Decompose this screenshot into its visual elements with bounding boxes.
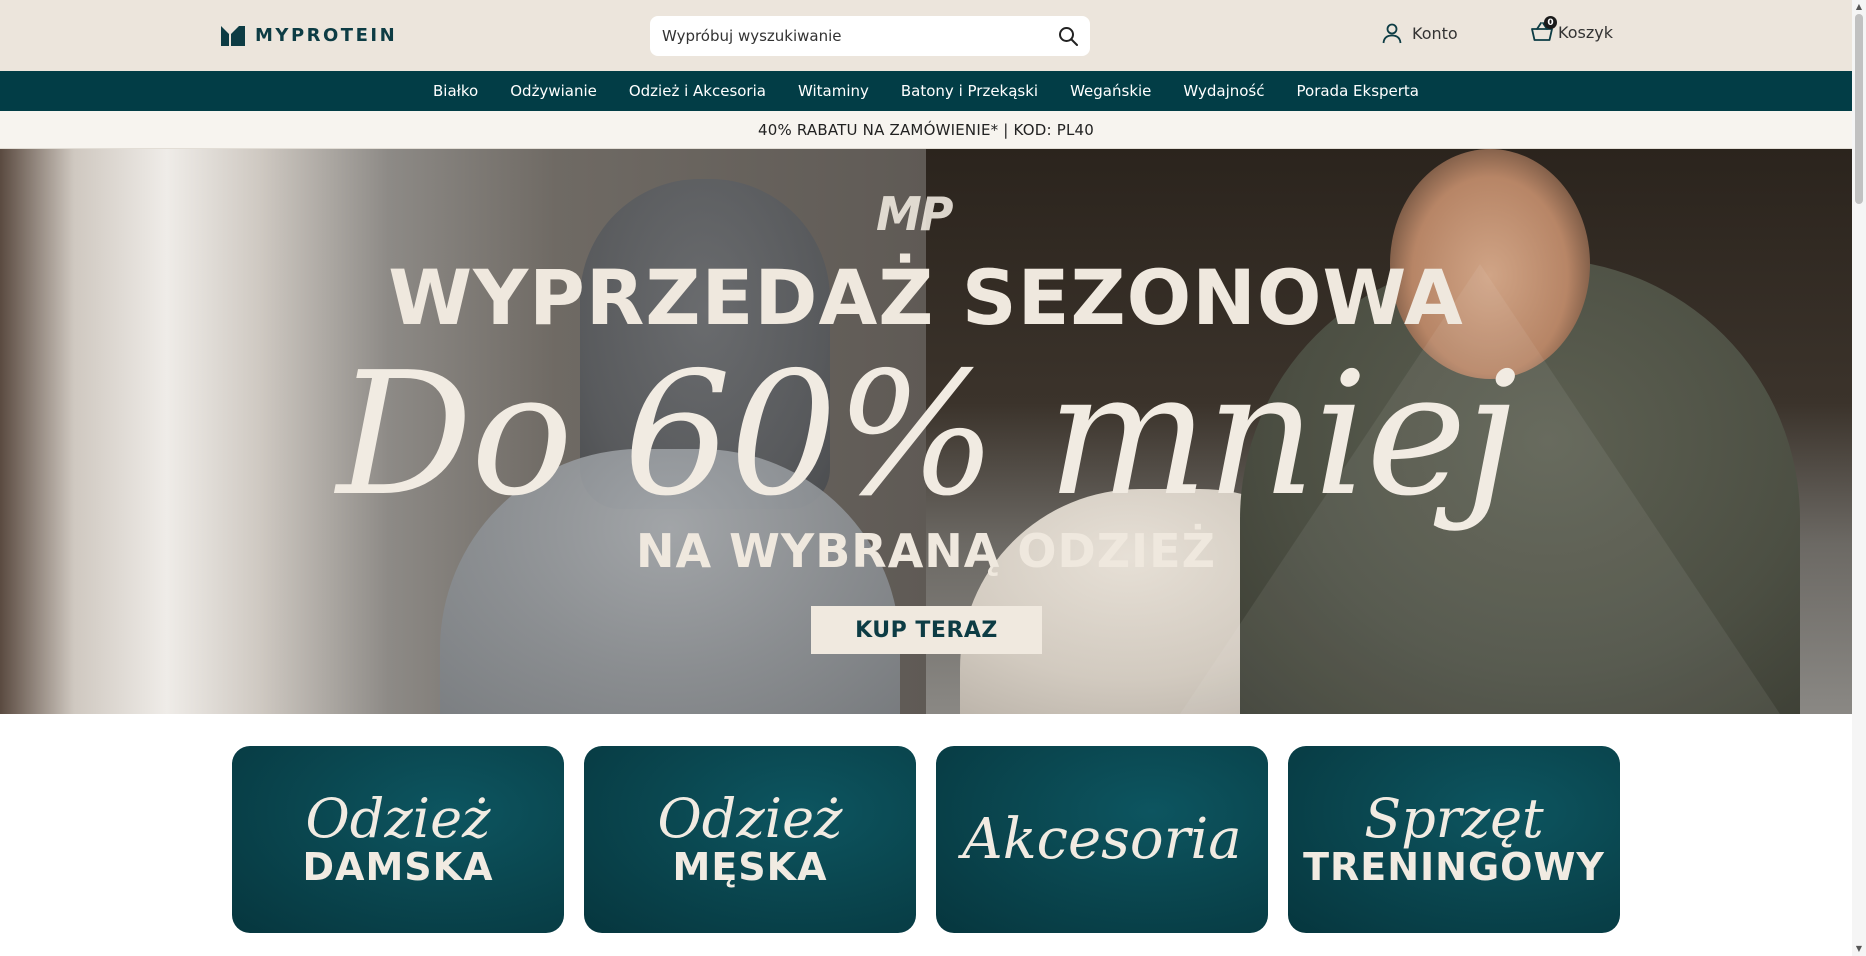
category-card-caps: MĘSKA xyxy=(672,844,828,889)
category-card-meska[interactable]: Odzież MĘSKA xyxy=(584,746,916,933)
search-button[interactable] xyxy=(1046,16,1090,56)
category-card-script: Odzież xyxy=(657,786,843,850)
category-card-akcesoria[interactable]: Akcesoria xyxy=(936,746,1268,933)
category-card-damska[interactable]: Odzież DAMSKA xyxy=(232,746,564,933)
nav-item-witaminy[interactable]: Witaminy xyxy=(798,82,869,100)
search-input[interactable] xyxy=(650,16,1046,56)
site-header: MYPROTEIN Konto xyxy=(0,0,1852,71)
logo-text: MYPROTEIN xyxy=(255,24,398,46)
scrollbar-thumb[interactable] xyxy=(1855,14,1863,204)
cart-label: Koszyk xyxy=(1558,22,1613,42)
category-card-script: Sprzęt xyxy=(1364,786,1544,850)
myprotein-logo[interactable]: MYPROTEIN xyxy=(221,24,397,46)
hero-overlay: MP WYPRZEDAŻ SEZONOWA Do 60% mniej NA WY… xyxy=(0,149,1852,714)
nav-item-weganskie[interactable]: Wegańskie xyxy=(1070,82,1151,100)
logo-mark-icon xyxy=(221,26,245,46)
page-scrollbar[interactable]: ▲ ▼ xyxy=(1852,0,1866,956)
scroll-up-arrow-icon[interactable]: ▲ xyxy=(1854,2,1864,12)
page: MYPROTEIN Konto xyxy=(0,0,1866,956)
cart-link[interactable]: 0 Koszyk xyxy=(1530,16,1613,44)
search-icon xyxy=(1059,27,1078,46)
hero-headline: Do 60% mniej xyxy=(336,336,1518,534)
category-card-script: Akcesoria xyxy=(962,806,1242,872)
promo-banner[interactable]: 40% RABATU NA ZAMÓWIENIE* | KOD: PL40 xyxy=(0,111,1852,149)
nav-item-bialko[interactable]: Białko xyxy=(433,82,478,100)
category-card-sprzet[interactable]: Sprzęt TRENINGOWY xyxy=(1288,746,1620,933)
main-nav: Białko Odżywianie Odzież i Akcesoria Wit… xyxy=(0,71,1852,111)
user-icon xyxy=(1382,23,1402,44)
category-cards: Odzież DAMSKA Odzież MĘSKA Akcesoria Spr… xyxy=(232,746,1622,933)
nav-item-batony[interactable]: Batony i Przekąski xyxy=(901,82,1038,100)
search-bar xyxy=(650,16,1090,56)
mp-brand-mark: MP xyxy=(876,187,953,241)
account-label: Konto xyxy=(1412,23,1458,43)
nav-item-porada-eksperta[interactable]: Porada Eksperta xyxy=(1297,82,1420,100)
category-card-caps: DAMSKA xyxy=(302,844,494,889)
account-link[interactable]: Konto xyxy=(1381,22,1458,44)
promo-text: 40% RABATU NA ZAMÓWIENIE* | KOD: PL40 xyxy=(757,120,1095,139)
nav-item-wydajnosc[interactable]: Wydajność xyxy=(1183,82,1264,100)
shop-now-button[interactable]: KUP TERAZ xyxy=(811,606,1042,654)
hero-title: WYPRZEDAŻ SEZONOWA xyxy=(388,253,1464,342)
category-card-script: Odzież xyxy=(305,786,491,850)
scroll-down-arrow-icon[interactable]: ▼ xyxy=(1854,944,1864,954)
hero-subtitle: NA WYBRANĄ ODZIEŻ xyxy=(636,524,1216,578)
hero-banner[interactable]: MP WYPRZEDAŻ SEZONOWA Do 60% mniej NA WY… xyxy=(0,149,1852,714)
category-card-caps: TRENINGOWY xyxy=(1303,844,1605,889)
nav-item-odziez-akcesoria[interactable]: Odzież i Akcesoria xyxy=(629,82,766,100)
nav-item-odzywianie[interactable]: Odżywianie xyxy=(510,82,597,100)
cart-count-badge: 0 xyxy=(1544,16,1557,29)
